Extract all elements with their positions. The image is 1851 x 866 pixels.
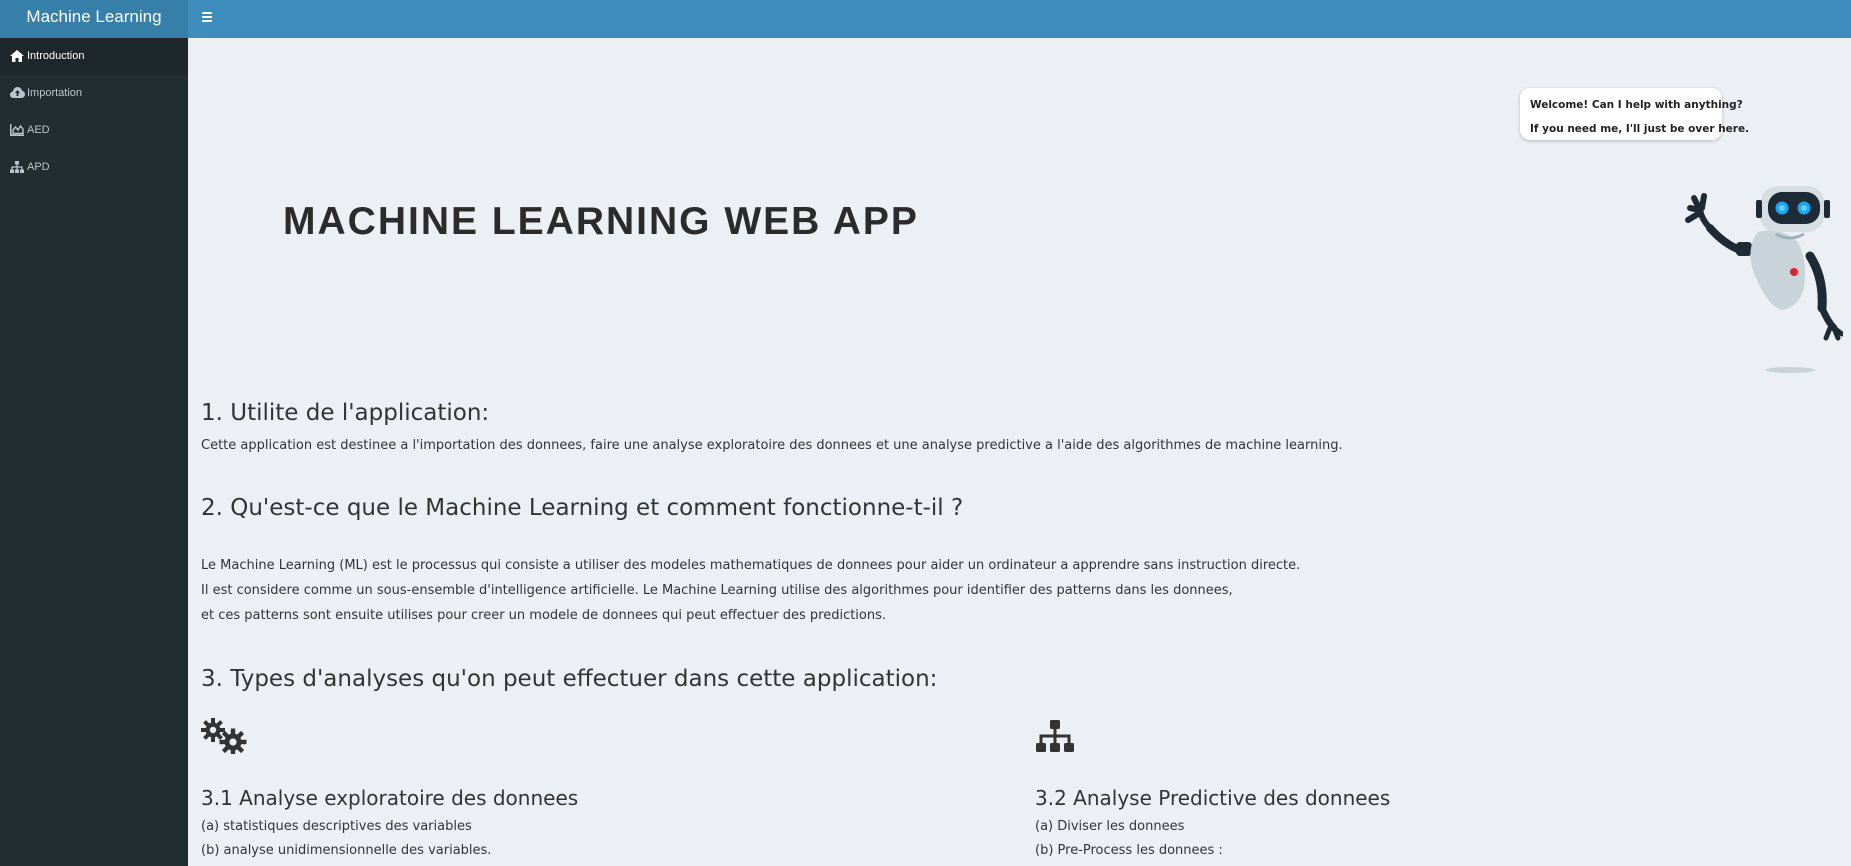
- bubble-line-1: Welcome! Can I help with anything?: [1530, 99, 1743, 111]
- sitemap-icon: [10, 161, 24, 173]
- section-2-line-3: et ces patterns sont ensuite utilises po…: [201, 608, 887, 623]
- main-content: MACHINE LEARNING WEB APP Welcome! Can I …: [188, 38, 1851, 866]
- section-2-heading: 2. Qu'est-ce que le Machine Learning et …: [201, 495, 964, 521]
- sidebar-item-importation[interactable]: Importation: [0, 75, 188, 112]
- sidebar-item-aed[interactable]: AED: [0, 112, 188, 149]
- app-logo-title[interactable]: Machine Learning: [0, 0, 188, 38]
- sidebar-item-label: Importation: [27, 87, 83, 99]
- section-2-line-2: Il est considere comme un sous-ensemble …: [201, 583, 1233, 598]
- sidebar-item-label: AED: [27, 124, 50, 136]
- section-3-1-heading: 3.1 Analyse exploratoire des donnees: [201, 786, 579, 810]
- cogs-icon: [201, 718, 247, 754]
- sitemap-icon: [1036, 720, 1074, 752]
- section-1-text: Cette application est destinee a l'impor…: [201, 438, 1343, 453]
- section-3-2-item-1: (a) Diviser les donnees: [1035, 819, 1185, 834]
- section-3-2-heading: 3.2 Analyse Predictive des donnees: [1035, 786, 1391, 810]
- sidebar-toggle-icon[interactable]: [200, 9, 216, 25]
- sidebar: Introduction Importation AED APD: [0, 38, 188, 866]
- top-navbar: Machine Learning: [0, 0, 1851, 38]
- sidebar-item-introduction[interactable]: Introduction: [0, 38, 188, 75]
- sidebar-item-apd[interactable]: APD: [0, 149, 188, 186]
- section-3-1-item-1: (a) statistiques descriptives des variab…: [201, 819, 472, 834]
- page-title: MACHINE LEARNING WEB APP: [283, 200, 919, 243]
- section-2-line-1: Le Machine Learning (ML) est le processu…: [201, 558, 1301, 573]
- home-icon: [10, 50, 24, 62]
- sidebar-item-label: Introduction: [27, 50, 85, 62]
- cloud-upload-icon: [10, 87, 25, 98]
- area-chart-icon: [10, 124, 24, 136]
- section-3-heading: 3. Types d'analyses qu'on peut effectuer…: [201, 666, 938, 692]
- section-3-2-item-2: (b) Pre-Process les donnees :: [1035, 843, 1223, 858]
- robot-mascot-icon: [1685, 186, 1843, 373]
- section-1-heading: 1. Utilite de l'application:: [201, 400, 490, 426]
- robot-speech-bubble: Welcome! Can I help with anything? If yo…: [1520, 88, 1749, 140]
- sidebar-item-label: APD: [27, 161, 50, 173]
- section-3-1-item-2: (b) analyse unidimensionnelle des variab…: [201, 843, 492, 858]
